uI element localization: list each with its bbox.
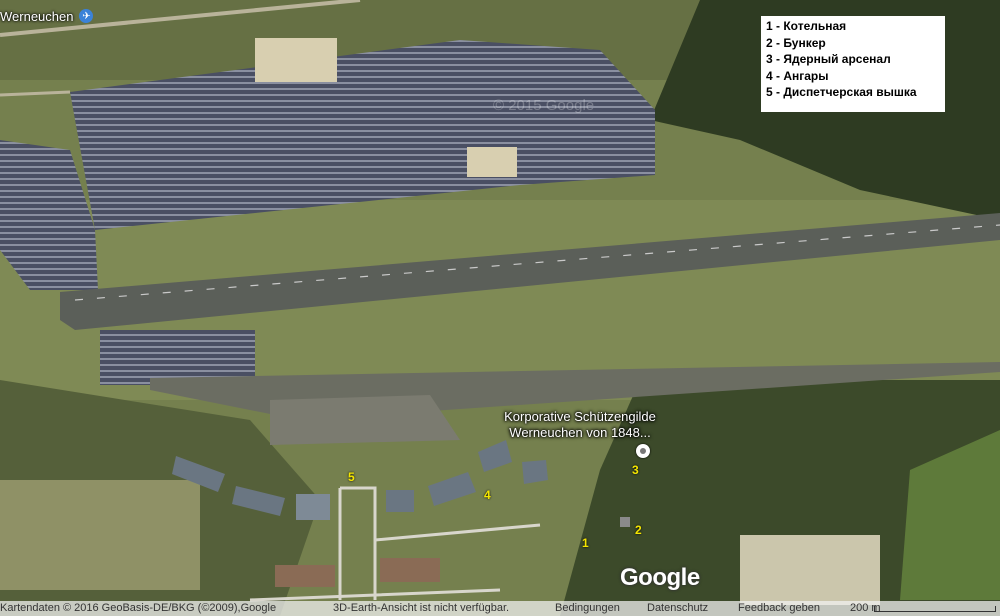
poi-label-line2[interactable]: Werneuchen von 1848... [490,425,670,441]
legend-box: 1 - Котельная 2 - Бункер 3 - Ядерный арс… [761,16,945,112]
place-name[interactable]: Werneuchen [0,9,73,24]
google-logo: Google [620,564,700,591]
feedback-link[interactable]: Feedback geben [738,602,820,614]
poi-label[interactable]: Korporative Schützengilde Werneuchen von… [490,409,670,441]
map-watermark: © 2015 Google [493,97,594,114]
poi-marker-icon[interactable] [636,444,650,458]
marker-5: 5 [348,470,355,484]
marker-1: 1 [582,536,589,550]
legend-item: 2 - Бункер [766,35,826,50]
copyright-text: Kartendaten © 2016 GeoBasis-DE/BKG (©200… [0,602,277,614]
map-footer: Kartendaten © 2016 GeoBasis-DE/BKG (©200… [0,601,1000,616]
legend-item: 5 - Диспетчерская вышка [766,85,917,99]
marker-3: 3 [632,463,639,477]
privacy-link[interactable]: Datenschutz [647,602,708,614]
marker-4: 4 [484,488,491,502]
marker-2: 2 [635,523,642,537]
legend-item: 3 - Ядерный арсенал [766,52,891,66]
earth-view-notice: 3D-Earth-Ansicht ist nicht verfügbar. [333,602,510,614]
airport-icon: ✈ [79,9,94,23]
poi-label-line1[interactable]: Korporative Schützengilde [490,409,670,425]
legend-item: 4 - Ангары [766,68,829,83]
terms-link[interactable]: Bedingungen [555,602,620,614]
scale-bar[interactable] [874,606,996,612]
place-label[interactable]: Werneuchen ✈ [0,6,94,26]
legend-item: 1 - Котельная [766,19,847,33]
